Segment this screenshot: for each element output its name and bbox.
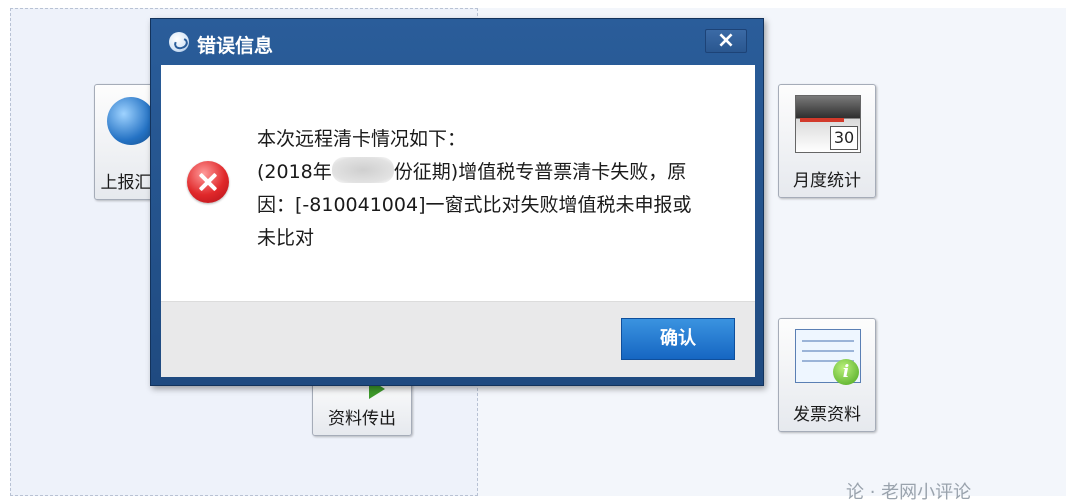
upload-tile[interactable]: 上报汇 <box>94 84 158 200</box>
dialog-body: 本次远程清卡情况如下： (2018年 份征期)增值税专普票清卡失败，原 因：[-8… <box>161 65 755 377</box>
app-logo-icon <box>169 32 189 52</box>
upload-tile-label: 上报汇 <box>100 173 152 193</box>
error-message: 本次远程清卡情况如下： (2018年 份征期)增值税专普票清卡失败，原 因：[-8… <box>257 123 727 255</box>
message-line-1: 本次远程清卡情况如下： <box>257 128 467 150</box>
message-line-2: (2018年 份征期)增值税专普票清卡失败，原 <box>257 156 727 189</box>
message-line-3: 因：[-810041004]一窗式比对失败增值税未申报或 <box>257 194 692 216</box>
message-line-4: 未比对 <box>257 227 315 249</box>
redacted-blur <box>331 157 394 183</box>
error-icon <box>187 161 229 203</box>
close-button[interactable]: × <box>705 29 747 53</box>
dialog-titlebar[interactable]: 错误信息 × <box>151 19 763 65</box>
confirm-button[interactable]: 确认 <box>621 318 735 360</box>
info-icon: i <box>833 359 859 385</box>
dialog-title: 错误信息 <box>197 35 274 57</box>
error-dialog: 错误信息 × 本次远程清卡情况如下： (2018年 份征期)增值税专普票清卡失败，… <box>150 18 764 386</box>
calendar-day: 30 <box>830 126 858 150</box>
monthly-stats-label: 月度统计 <box>793 171 861 191</box>
data-export-label: 资料传出 <box>328 409 396 429</box>
watermark: 论 · 老网小评论 <box>846 482 972 503</box>
message-area: 本次远程清卡情况如下： (2018年 份征期)增值税专普票清卡失败，原 因：[-8… <box>161 65 755 301</box>
button-bar: 确认 <box>161 301 755 377</box>
invoice-data-label: 发票资料 <box>793 405 861 425</box>
globe-icon <box>107 97 155 145</box>
monthly-stats-tile[interactable]: 30 月度统计 <box>778 84 876 198</box>
calendar-icon: 30 <box>795 95 861 153</box>
invoice-data-tile[interactable]: i 发票资料 <box>778 318 876 432</box>
